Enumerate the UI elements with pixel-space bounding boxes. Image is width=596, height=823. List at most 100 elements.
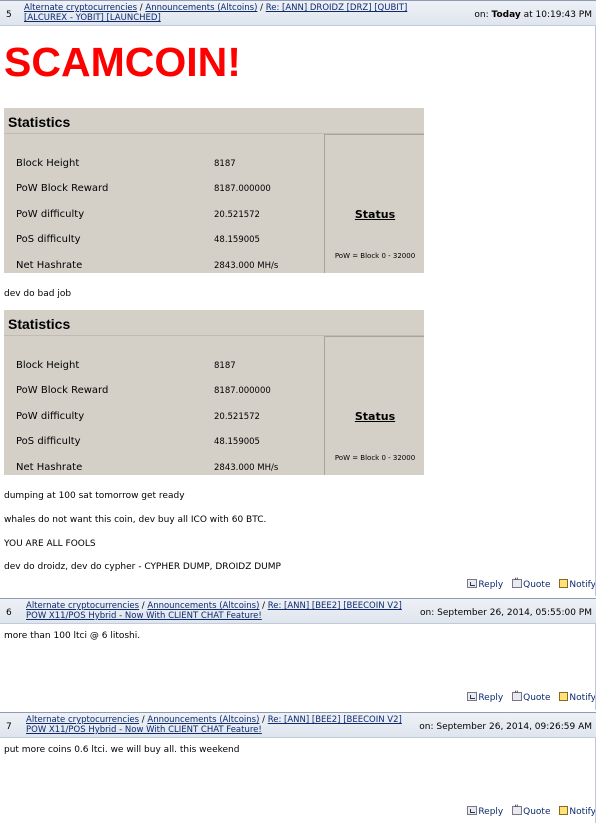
post-body: put more coins 0.6 ltci. we will buy all… bbox=[4, 745, 240, 755]
stat-value: 2843.000 MH/s bbox=[214, 463, 279, 473]
notify-icon bbox=[559, 692, 569, 701]
quote-icon bbox=[512, 690, 523, 701]
reply-button[interactable]: Reply bbox=[467, 579, 503, 590]
stat-value: 8187.000000 bbox=[214, 184, 271, 194]
stat-row: Net Hashrate 2843.000 MH/s bbox=[16, 462, 316, 476]
post-header: 5 Alternate cryptocurrencies / Announcem… bbox=[0, 0, 596, 26]
stat-label: PoW Block Reward bbox=[16, 385, 109, 396]
reply-button[interactable]: Reply bbox=[467, 692, 503, 703]
stat-value: 8187 bbox=[214, 361, 236, 371]
stat-row: PoW difficulty 20.521572 bbox=[16, 209, 316, 223]
quote-label: Quote bbox=[523, 807, 551, 817]
breadcrumb-separator: / bbox=[259, 715, 268, 725]
reply-icon bbox=[467, 692, 478, 701]
reply-button[interactable]: Reply bbox=[467, 806, 503, 817]
statistics-title: Statistics bbox=[8, 316, 71, 332]
post-text-line: dumping at 100 sat tomorrow get ready bbox=[4, 491, 185, 501]
post-date: on: September 26, 2014, 09:26:59 AM bbox=[419, 722, 592, 732]
post-header: 6 Alternate cryptocurrencies / Announcem… bbox=[0, 598, 596, 624]
status-box: Status PoW = Block 0 - 32000 bbox=[324, 134, 424, 273]
stat-label: PoW Block Reward bbox=[16, 183, 109, 194]
statistics-title: Statistics bbox=[8, 114, 71, 130]
notify-button[interactable]: Notify bbox=[559, 692, 596, 703]
stat-row: PoW Block Reward 8187.000000 bbox=[16, 385, 316, 399]
notify-label: Notify bbox=[569, 807, 596, 817]
post-actions: Reply Quote Notify bbox=[461, 577, 596, 590]
post-body: more than 100 ltci @ 6 litoshi. bbox=[4, 631, 141, 641]
stat-label: PoS difficulty bbox=[16, 436, 81, 447]
post-number: 5 bbox=[6, 10, 12, 20]
stat-value: 8187.000000 bbox=[214, 386, 271, 396]
reply-label: Reply bbox=[478, 807, 504, 817]
notify-icon bbox=[559, 806, 569, 815]
reply-icon bbox=[467, 579, 478, 588]
quote-button[interactable]: Quote bbox=[512, 577, 551, 590]
quote-button[interactable]: Quote bbox=[512, 804, 551, 817]
breadcrumb-board[interactable]: Alternate cryptocurrencies bbox=[24, 3, 137, 13]
notify-button[interactable]: Notify bbox=[559, 579, 596, 590]
breadcrumb: Alternate cryptocurrencies / Announcemen… bbox=[24, 3, 434, 23]
breadcrumb-subboard[interactable]: Announcements (Altcoins) bbox=[147, 715, 259, 725]
breadcrumb-board[interactable]: Alternate cryptocurrencies bbox=[26, 601, 139, 611]
post-actions: Reply Quote Notify bbox=[461, 804, 596, 817]
breadcrumb-subboard[interactable]: Announcements (Altcoins) bbox=[147, 601, 259, 611]
post-5: 5 Alternate cryptocurrencies / Announcem… bbox=[0, 0, 596, 596]
breadcrumb-subboard[interactable]: Announcements (Altcoins) bbox=[145, 3, 257, 13]
stat-label: PoW difficulty bbox=[16, 209, 85, 220]
reply-label: Reply bbox=[478, 693, 504, 703]
post-headline: SCAMCOIN! bbox=[4, 39, 241, 85]
stat-value: 8187 bbox=[214, 159, 236, 169]
stat-row: PoS difficulty 48.159005 bbox=[16, 234, 316, 248]
date-prefix: on: bbox=[474, 10, 492, 20]
post-6: 6 Alternate cryptocurrencies / Announcem… bbox=[0, 598, 596, 710]
post-text-line: dev do bad job bbox=[4, 289, 72, 299]
stat-value: 20.521572 bbox=[214, 412, 260, 422]
stat-row: Block Height 8187 bbox=[16, 360, 316, 374]
stat-label: Net Hashrate bbox=[16, 462, 83, 473]
quote-button[interactable]: Quote bbox=[512, 690, 551, 703]
stat-value: 48.159005 bbox=[214, 235, 260, 245]
stat-row: PoW Block Reward 8187.000000 bbox=[16, 183, 316, 197]
breadcrumb-board[interactable]: Alternate cryptocurrencies bbox=[26, 715, 139, 725]
notify-label: Notify bbox=[569, 580, 596, 590]
post-number: 6 bbox=[6, 608, 12, 618]
post-text-line: whales do not want this coin, dev buy al… bbox=[4, 515, 267, 525]
pow-note: PoW = Block 0 - 32000 bbox=[334, 252, 416, 260]
status-link[interactable]: Status bbox=[325, 410, 425, 423]
stat-label: PoS difficulty bbox=[16, 234, 81, 245]
reply-label: Reply bbox=[478, 580, 504, 590]
quote-icon bbox=[512, 577, 523, 588]
breadcrumb-separator: / bbox=[257, 3, 266, 13]
status-box: Status PoW = Block 0 - 32000 bbox=[324, 336, 424, 475]
post-date: on: September 26, 2014, 05:55:00 PM bbox=[420, 608, 592, 618]
stat-value: 20.521572 bbox=[214, 210, 260, 220]
quote-icon bbox=[512, 804, 523, 815]
statistics-panel: Statistics Block Height 8187 PoW Block Re… bbox=[4, 310, 424, 475]
status-link[interactable]: Status bbox=[325, 208, 425, 221]
stat-value: 48.159005 bbox=[214, 437, 260, 447]
quote-label: Quote bbox=[523, 693, 551, 703]
stat-label: Block Height bbox=[16, 360, 80, 371]
breadcrumb: Alternate cryptocurrencies / Announcemen… bbox=[26, 715, 406, 735]
pow-note: PoW = Block 0 - 32000 bbox=[334, 454, 416, 462]
stat-label: PoW difficulty bbox=[16, 411, 85, 422]
breadcrumb-separator: / bbox=[259, 601, 268, 611]
stat-row: Block Height 8187 bbox=[16, 158, 316, 172]
post-text-line: dev do droidz, dev do cypher - CYPHER DU… bbox=[4, 562, 281, 572]
statistics-panel: Statistics Block Height 8187 PoW Block Re… bbox=[4, 108, 424, 273]
stat-label: Block Height bbox=[16, 158, 80, 169]
stat-row: PoW difficulty 20.521572 bbox=[16, 411, 316, 425]
reply-icon bbox=[467, 806, 478, 815]
post-actions: Reply Quote Notify bbox=[461, 690, 596, 703]
notify-button[interactable]: Notify bbox=[559, 806, 596, 817]
post-7: 7 Alternate cryptocurrencies / Announcem… bbox=[0, 712, 596, 823]
stat-value: 2843.000 MH/s bbox=[214, 261, 279, 271]
quote-label: Quote bbox=[523, 580, 551, 590]
post-text-line: YOU ARE ALL FOOLS bbox=[4, 539, 96, 549]
post-number: 7 bbox=[6, 722, 12, 732]
stat-label: Net Hashrate bbox=[16, 260, 83, 271]
post-date: on: Today at 10:19:43 PM bbox=[474, 10, 592, 20]
date-time: at 10:19:43 PM bbox=[520, 10, 592, 20]
stat-row: PoS difficulty 48.159005 bbox=[16, 436, 316, 450]
stat-row: Net Hashrate 2843.000 MH/s bbox=[16, 260, 316, 274]
